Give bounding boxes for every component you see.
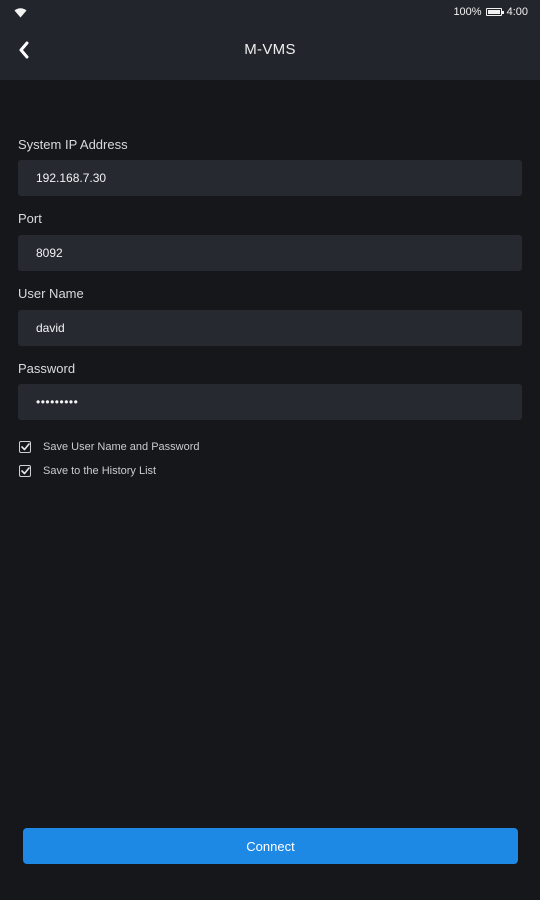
status-bar: 100% 4:00	[0, 0, 540, 24]
battery-icon	[485, 8, 504, 16]
status-indicators: 100% 4:00	[453, 6, 528, 18]
save-history-option[interactable]: Save to the History List	[19, 462, 522, 480]
app-bar: M-VMS	[0, 24, 540, 80]
save-credentials-option[interactable]: Save User Name and Password	[19, 438, 522, 456]
save-history-label: Save to the History List	[43, 465, 157, 477]
username-field[interactable]	[18, 310, 522, 346]
username-label: User Name	[18, 286, 84, 301]
wifi-icon	[14, 7, 27, 18]
ip-address-field[interactable]	[18, 160, 522, 196]
page-title: M-VMS	[244, 41, 296, 58]
password-field[interactable]	[18, 384, 522, 420]
connect-button[interactable]: Connect	[23, 828, 518, 864]
save-history-checkbox[interactable]	[19, 465, 31, 477]
password-label: Password	[18, 361, 76, 376]
ip-label: System IP Address	[18, 137, 128, 152]
checkmark-icon	[20, 467, 30, 475]
checkmark-icon	[20, 443, 30, 451]
save-credentials-label: Save User Name and Password	[43, 441, 200, 453]
connection-form: System IP Address Port User Name Passwor…	[18, 80, 522, 480]
status-time: 4:00	[506, 6, 528, 18]
save-credentials-checkbox[interactable]	[19, 441, 31, 453]
battery-percent: 100%	[453, 6, 482, 18]
port-field[interactable]	[18, 235, 522, 271]
port-label: Port	[18, 211, 42, 226]
